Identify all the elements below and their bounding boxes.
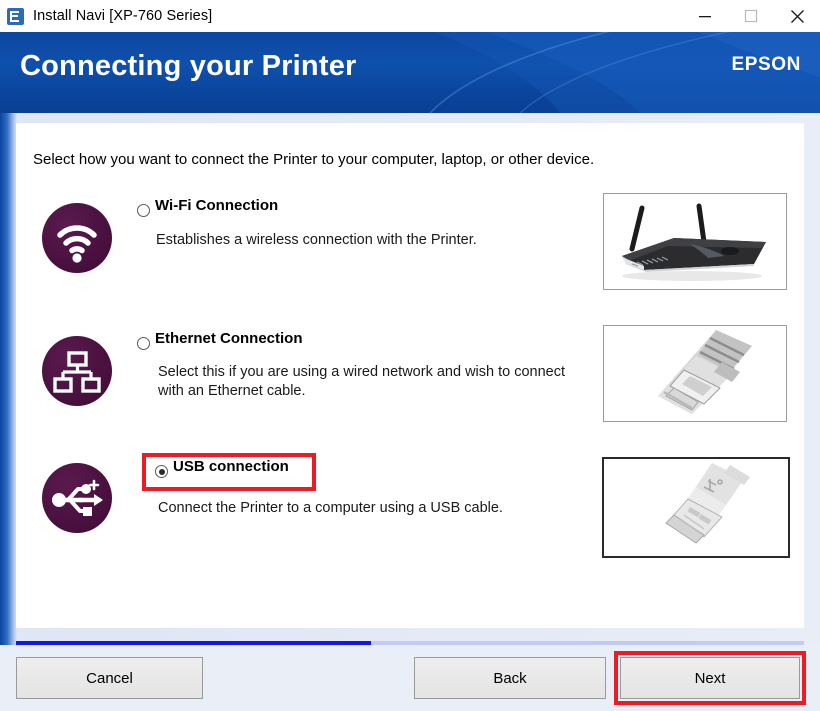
wifi-icon bbox=[42, 203, 112, 273]
epson-app-icon bbox=[7, 7, 24, 25]
usb-option-highlight bbox=[142, 453, 316, 491]
next-button-highlight bbox=[614, 651, 806, 705]
option-description-ethernet: Select this if you are using a wired net… bbox=[158, 364, 566, 399]
usb-icon bbox=[42, 463, 112, 533]
back-button[interactable]: Back bbox=[414, 657, 606, 699]
wireless-router-photo bbox=[603, 193, 787, 290]
install-navi-window: Install Navi [XP-760 Series] Connecting … bbox=[0, 0, 820, 711]
option-description-wifi: Establishes a wireless connection with t… bbox=[156, 232, 477, 248]
option-row-wifi[interactable]: Wi-Fi Connection Establishes a wireless … bbox=[16, 193, 804, 303]
instruction-text: Select how you want to connect the Print… bbox=[33, 151, 595, 168]
title-bar: Install Navi [XP-760 Series] bbox=[0, 0, 820, 32]
maximize-icon[interactable] bbox=[728, 0, 774, 32]
option-row-ethernet[interactable]: Ethernet Connection Select this if you a… bbox=[16, 321, 804, 436]
minimize-icon[interactable] bbox=[682, 0, 728, 32]
radio-ethernet[interactable] bbox=[137, 337, 150, 350]
usb-connector-photo bbox=[602, 457, 790, 558]
page-title: Connecting your Printer bbox=[20, 50, 357, 82]
option-row-usb[interactable]: USB connection Connect the Printer to a … bbox=[16, 451, 804, 571]
window-controls bbox=[682, 0, 820, 32]
page-header: Connecting your Printer EPSON bbox=[0, 32, 820, 113]
option-label-ethernet: Ethernet Connection bbox=[155, 330, 303, 347]
close-icon[interactable] bbox=[774, 0, 820, 32]
radio-wifi[interactable] bbox=[137, 204, 150, 217]
cancel-button[interactable]: Cancel bbox=[16, 657, 203, 699]
body-frame: Select how you want to connect the Print… bbox=[0, 113, 820, 652]
epson-logo: EPSON bbox=[731, 54, 801, 75]
ethernet-cable-photo bbox=[603, 325, 787, 422]
window-title: Install Navi [XP-760 Series] bbox=[33, 8, 213, 24]
option-description-usb: Connect the Printer to a computer using … bbox=[158, 500, 503, 516]
network-icon bbox=[42, 336, 112, 406]
footer-bar: Cancel Back Next bbox=[0, 645, 820, 711]
content-panel: Select how you want to connect the Print… bbox=[16, 123, 804, 628]
option-label-wifi: Wi-Fi Connection bbox=[155, 197, 279, 214]
